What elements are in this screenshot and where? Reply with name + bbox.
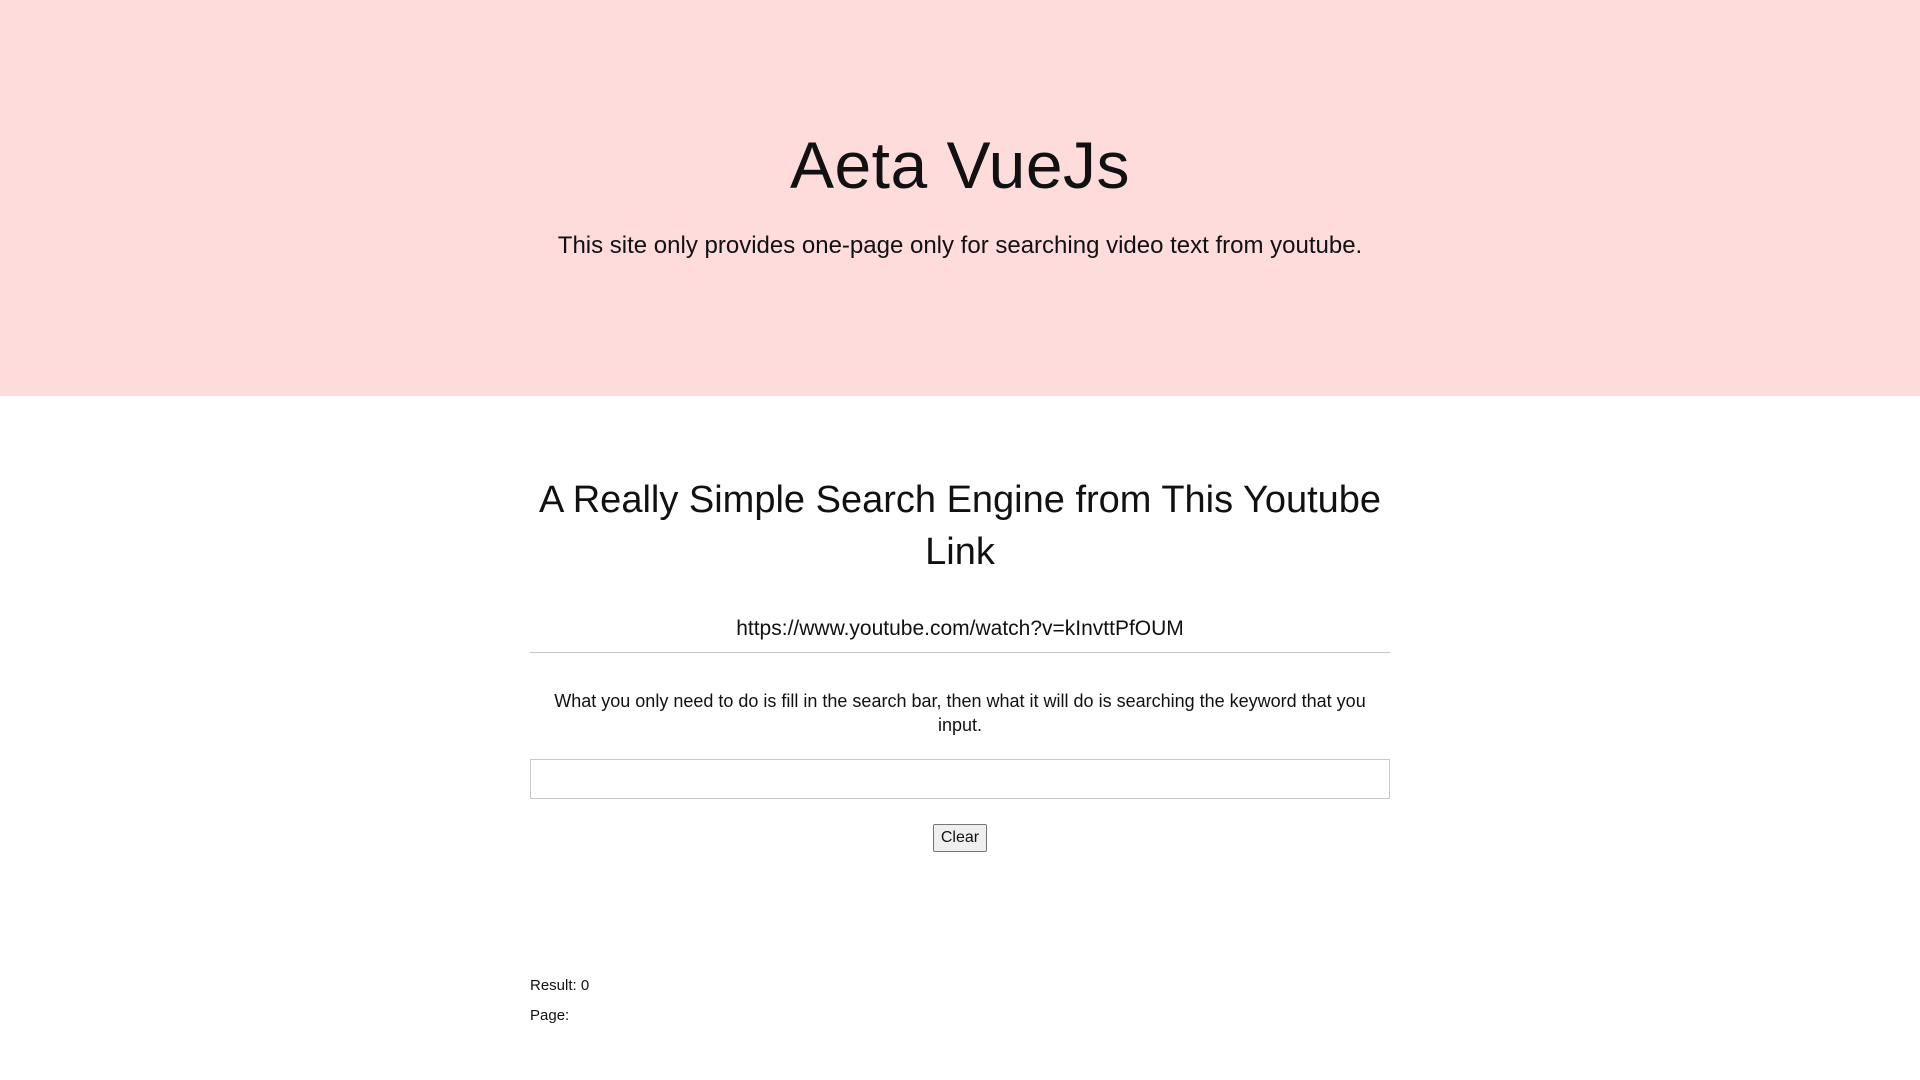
results-panel: Result: 0 Page: xyxy=(530,976,1390,1036)
search-input[interactable] xyxy=(530,759,1390,799)
page-label: Page: xyxy=(530,1007,570,1024)
pagination-row: Page: xyxy=(530,1006,1390,1036)
result-label: Result: xyxy=(530,977,577,994)
search-section: A Really Simple Search Engine from This … xyxy=(530,396,1390,852)
section-heading: A Really Simple Search Engine from This … xyxy=(538,479,1382,573)
search-hint: What you only need to do is fill in the … xyxy=(554,691,1366,735)
youtube-link: https://www.youtube.com/watch?v=kInvttPf… xyxy=(530,614,1390,653)
hero-banner: Aeta VueJs This site only provides one-p… xyxy=(0,0,1920,396)
result-count-row: Result: 0 xyxy=(530,976,1390,1006)
result-count: 0 xyxy=(580,977,590,994)
site-title: Aeta VueJs xyxy=(789,128,1131,202)
site-subtitle: This site only provides one-page only fo… xyxy=(557,232,1363,259)
clear-button[interactable]: Clear xyxy=(932,824,988,852)
